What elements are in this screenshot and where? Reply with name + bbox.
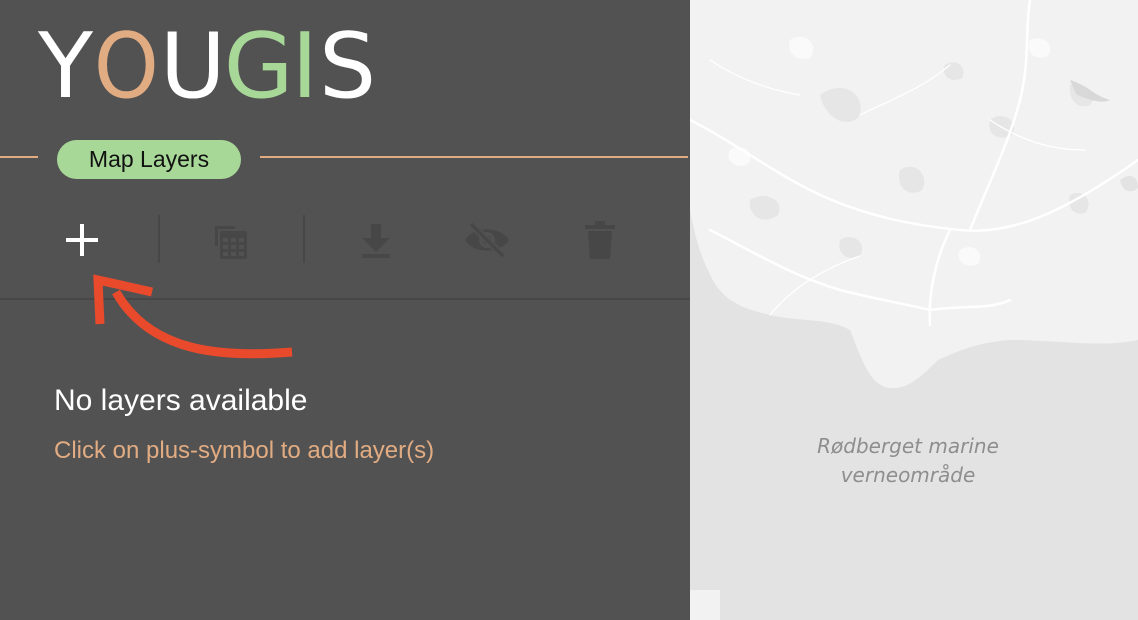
section-title: Map Layers <box>88 146 210 172</box>
map-place-label: Rødberget marine verneområde <box>802 432 1014 490</box>
map-view[interactable]: Rødberget marine verneområde <box>690 0 1138 620</box>
map-label-line: verneområde <box>840 463 976 487</box>
logo-letter: I <box>291 14 318 119</box>
app-logo: YOUGIS <box>38 14 376 119</box>
logo-letter: O <box>93 14 159 119</box>
eye-off-icon <box>465 221 509 259</box>
download-button[interactable] <box>351 215 401 265</box>
section-rule-left <box>0 156 38 158</box>
empty-state-title: No layers available <box>54 384 308 417</box>
map-label-line: Rødberget marine <box>817 434 999 458</box>
toggle-visibility-button[interactable] <box>462 215 512 265</box>
section-rule-right <box>260 156 688 158</box>
logo-letter: Y <box>38 14 93 119</box>
delete-layer-button[interactable] <box>575 215 625 265</box>
basemap <box>690 0 1138 620</box>
logo-letter: S <box>319 14 376 119</box>
download-icon <box>362 224 390 258</box>
curved-arrow-icon <box>93 274 293 359</box>
layers-sidebar: YOUGIS Map Layers No layers available Cl… <box>0 0 690 620</box>
trash-icon <box>585 221 615 259</box>
logo-letter: G <box>223 14 294 119</box>
empty-state-hint: Click on plus-symbol to add layer(s) <box>54 437 435 464</box>
map-layers-tab[interactable]: Map Layers <box>57 140 241 179</box>
logo-letter: U <box>159 14 226 119</box>
